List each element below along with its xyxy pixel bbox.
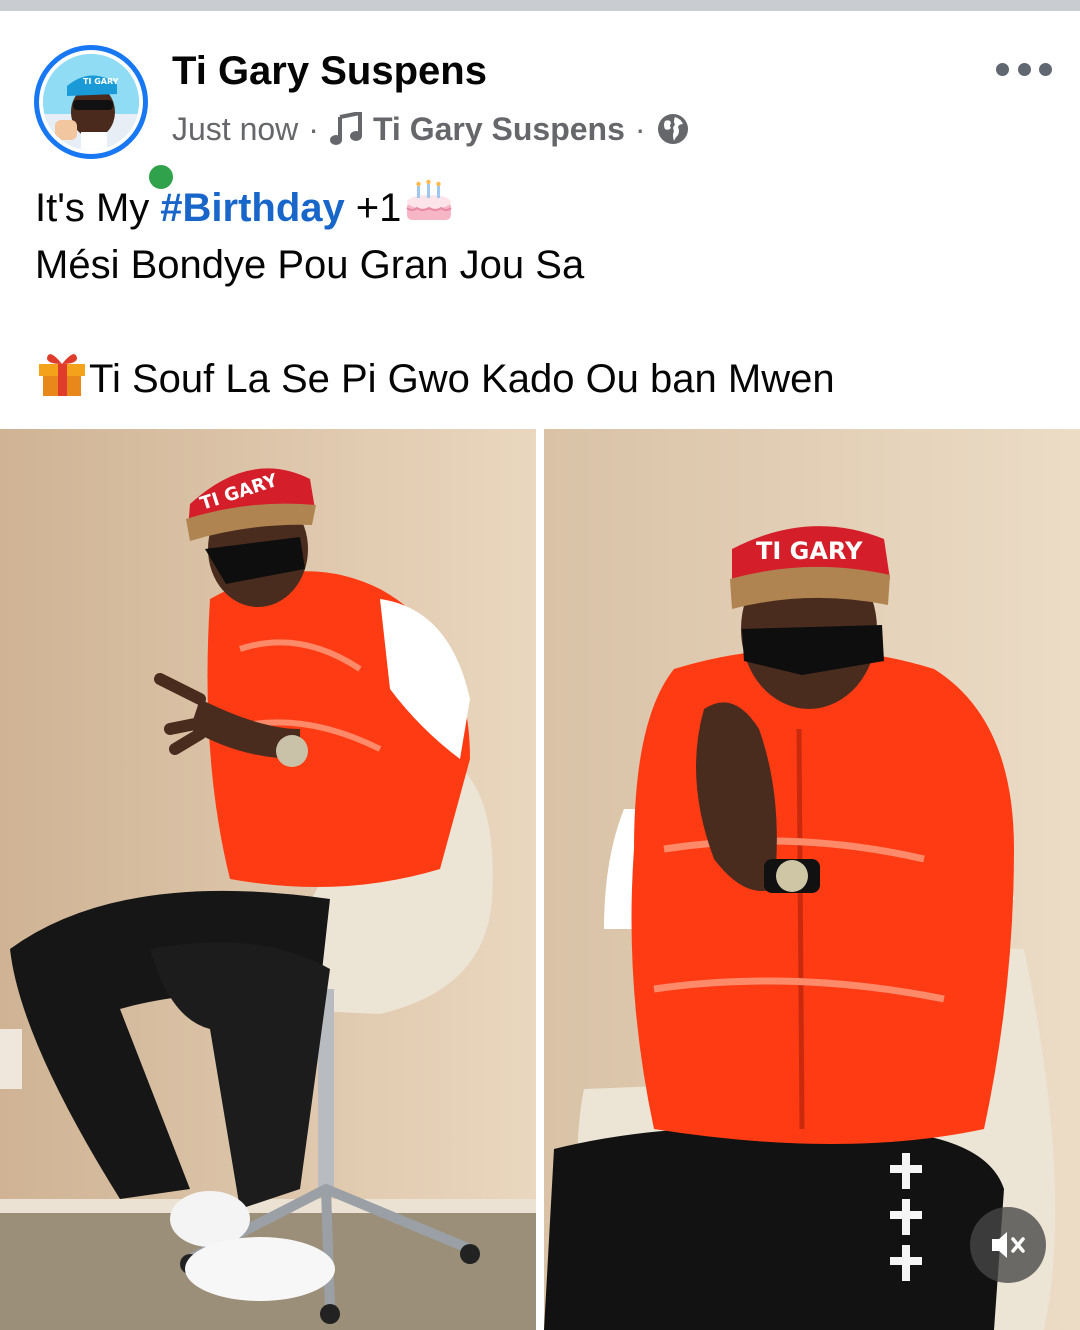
birthday-cake-icon — [401, 178, 457, 240]
music-note-icon — [329, 112, 365, 146]
globe-icon[interactable] — [656, 112, 690, 146]
meta-separator: · — [308, 110, 319, 147]
post-header: TI GARY Ti Gary Suspens Just now · Ti Ga… — [0, 11, 1080, 194]
photo-grid: TI GARY TI GARY — [0, 429, 1080, 1330]
post-line-1: It's My #Birthday +1 — [35, 178, 1055, 240]
timestamp[interactable]: Just now — [172, 111, 298, 148]
meta-separator: · — [634, 110, 646, 147]
photo-right[interactable]: TI GARY — [544, 429, 1080, 1330]
post-text-line-4: Ti Souf La Se Pi Gwo Kado Ou ban Mwen — [89, 357, 835, 401]
music-artist-link[interactable]: Ti Gary Suspens — [373, 111, 625, 148]
photo-left[interactable]: TI GARY — [0, 429, 536, 1330]
post-text-suffix: +1 — [355, 186, 402, 230]
post-meta: Just now · Ti Gary Suspens · — [172, 109, 690, 149]
author-name[interactable]: Ti Gary Suspens — [172, 49, 487, 94]
gift-icon — [35, 346, 89, 414]
post-text-prefix: It's My — [35, 186, 150, 230]
post-line-2: Mési Bondye Pou Gran Jou Sa — [35, 243, 585, 287]
feed-divider — [0, 0, 1080, 11]
svg-text:TI GARY: TI GARY — [756, 537, 863, 565]
post-message: It's My #Birthday +1 Mési Bondye Pou Gra… — [35, 178, 1055, 408]
svg-text:TI GARY: TI GARY — [83, 77, 119, 86]
post-line-4: Ti Souf La Se Pi Gwo Kado Ou ban Mwen — [35, 351, 1055, 408]
mute-icon[interactable] — [970, 1207, 1046, 1283]
avatar-image: TI GARY — [43, 54, 139, 150]
more-options-icon[interactable] — [996, 57, 1052, 81]
hashtag-link[interactable]: #Birthday — [160, 180, 345, 237]
avatar[interactable]: TI GARY — [34, 45, 178, 194]
